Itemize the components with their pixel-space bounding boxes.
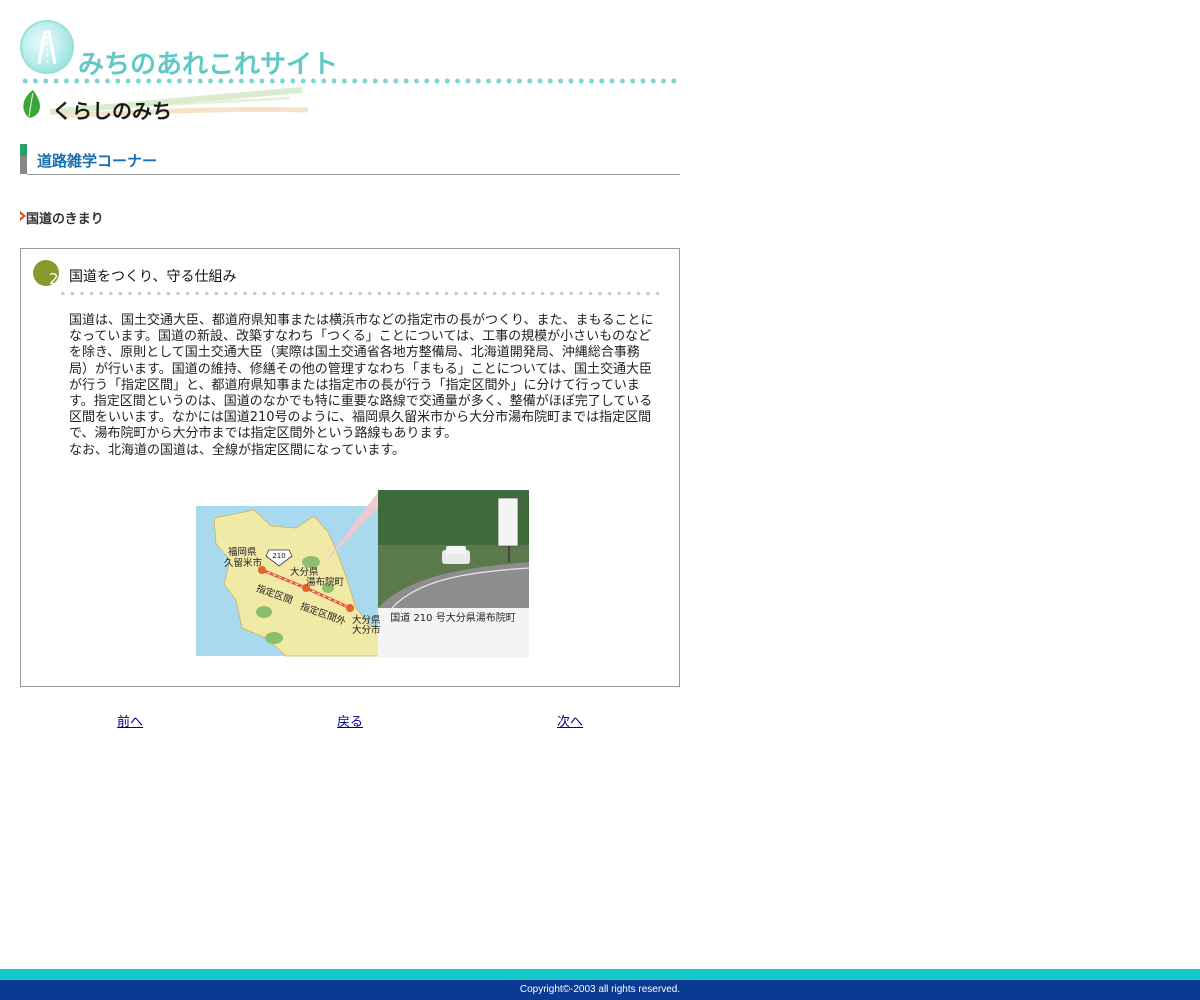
prev-link[interactable]: 前へ <box>117 711 143 730</box>
body-paragraph: なお、北海道の国道は、全線が指定区間になっています。 <box>69 442 406 458</box>
heading-bar-base <box>20 156 27 174</box>
section-number-badge: 2 <box>33 260 59 288</box>
route-figure: 210 福岡県 久留米市 大分県 湯布院町 指定区間 指定区間外 大分県 大分市 <box>196 488 530 658</box>
heading-underline <box>27 174 680 175</box>
site-logo-icon <box>20 20 74 74</box>
body-paragraph: 国道は、国土交通大臣、都道府県知事または横浜市などの指定市の長がつくり、また、ま… <box>69 313 654 442</box>
copyright-text: Copyright©-2003 all rights reserved. <box>519 984 681 995</box>
map-label-kurume: 久留米市 <box>224 558 263 569</box>
section-number: 2 <box>49 270 59 288</box>
next-link[interactable]: 次へ <box>557 711 583 730</box>
photo-caption: 国道 210 号大分県湯布院町 <box>390 613 516 624</box>
body-text: 国道は、国土交通大臣、都道府県知事または横浜市などの指定市の長がつくり、また、ま… <box>69 313 657 459</box>
route-number-label: 210 <box>272 552 285 560</box>
topic-label: 国道のきまり <box>26 212 104 227</box>
corner-title: 道路雑学コーナー <box>37 152 158 170</box>
dotted-divider <box>58 291 664 296</box>
site-title: みちのあれこれサイト <box>78 50 339 80</box>
footer-accent-bar <box>0 969 1200 980</box>
map-label-oita-city: 大分市 <box>352 625 381 636</box>
leaf-icon <box>23 90 40 118</box>
content-title: 国道をつくり、守る仕組み <box>69 269 237 285</box>
map-label-fukuoka: 福岡県 <box>228 547 257 558</box>
map-label-yufuin: 湯布院町 <box>306 577 345 588</box>
back-link[interactable]: 戻る <box>337 711 363 730</box>
section-title: くらしのみち <box>52 99 172 123</box>
heading-bar-accent <box>20 144 27 156</box>
dotted-divider <box>20 77 680 85</box>
